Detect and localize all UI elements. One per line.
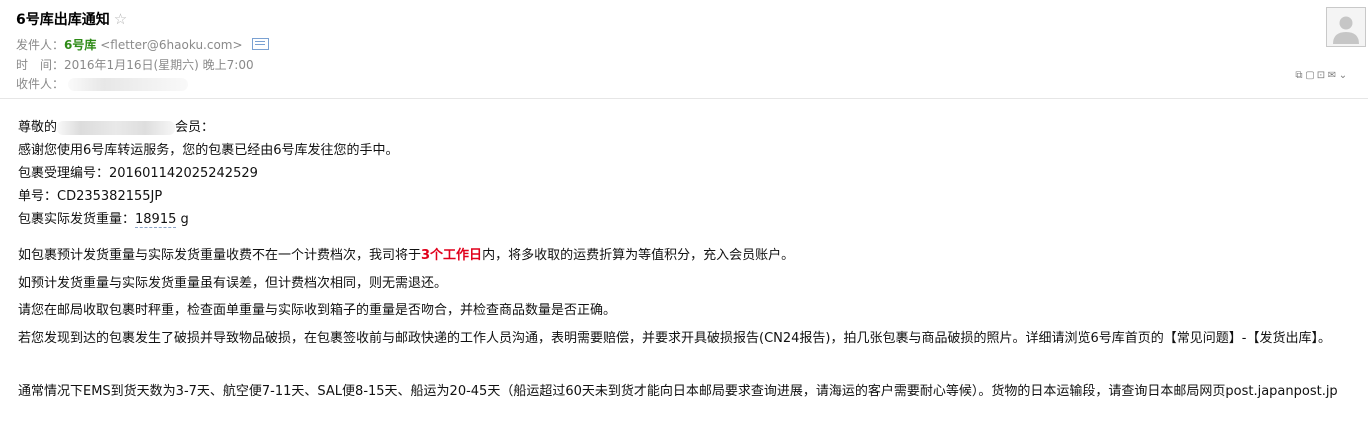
time-label: 时 间： xyxy=(16,58,65,72)
expand-icon[interactable]: ⊡ xyxy=(1316,70,1327,81)
refund-notice-a: 如包裹预计发货重量与实际发货重量收费不在一个计费档次，我司将于 xyxy=(18,248,422,263)
refund-notice: 如包裹预计发货重量与实际发货重量收费不在一个计费档次，我司将于3个工作日内，将多… xyxy=(18,242,1358,270)
damage-notice: 若您发现到达的包裹发生了破损并导致物品破损，在包裹签收前与邮政快递的工作人员沟通… xyxy=(18,330,1331,346)
member-name-redacted xyxy=(57,120,176,135)
same-tier-notice: 如预计发货重量与实际发货重量虽有误差，但计费档次相同，则无需退还。 xyxy=(18,275,448,291)
refund-deadline: 3个工作日 xyxy=(421,248,483,263)
email-subject: 6号库出库通知 ☆ xyxy=(16,9,127,29)
email-body: 尊敬的 会员： 感谢您使用6号库转运服务，您的包裹已经由6号库发往您的手中。 包裹… xyxy=(18,116,1358,403)
sender-name[interactable]: 6号库 xyxy=(64,38,96,52)
weight-line: 包裹实际发货重量：18915 g xyxy=(18,208,1358,231)
contact-card-icon[interactable] xyxy=(252,38,270,50)
greeting-suffix: 会员： xyxy=(175,120,215,135)
print-icon[interactable]: ▢ xyxy=(1305,70,1316,81)
popout-icon[interactable]: ⧉ xyxy=(1294,70,1305,81)
mail-icon[interactable]: ✉ xyxy=(1327,70,1338,81)
sender-address[interactable]: <fletter@6haoku.com> xyxy=(100,38,242,52)
subject-text: 6号库出库通知 xyxy=(16,12,110,28)
weight-unit: g xyxy=(176,212,189,227)
header-toolbar: ⧉ ▢⊡ ✉ ⌄ xyxy=(1294,70,1349,81)
weight-value: 18915 xyxy=(135,212,177,228)
refund-notice-b: 内，将多收取的运费折算为等值积分，充入会员账户。 xyxy=(482,248,795,263)
tracking-label: 包裹受理编号： xyxy=(18,166,110,181)
shipment-line: 单号：CD235382155JP xyxy=(18,185,1358,208)
recipient-redacted xyxy=(68,78,189,91)
recipient-label: 收件人： xyxy=(16,77,65,91)
weigh-notice: 请您在邮局收取包裹时秤重，检查面单重量与实际收到箱子的重量是否吻合，并检查商品数… xyxy=(18,303,617,318)
avatar[interactable] xyxy=(1326,7,1366,47)
greeting-prefix: 尊敬的 xyxy=(18,120,58,135)
recipient-row: 收件人： xyxy=(16,75,189,92)
shipment-label: 单号： xyxy=(18,189,58,204)
more-icon[interactable]: ⌄ xyxy=(1338,70,1349,81)
time-value: 2016年1月16日(星期六) 晚上7:00 xyxy=(64,58,254,72)
shipment-value: CD235382155JP xyxy=(57,189,163,204)
delivery-time-notice: 通常情况下EMS到货天数为3-7天、航空便7-11天、SAL便8-15天、船运为… xyxy=(18,384,1338,399)
time-row: 时 间：2016年1月16日(星期六) 晚上7:00 xyxy=(16,56,254,73)
header-divider xyxy=(0,98,1368,99)
greeting-line: 尊敬的 会员： xyxy=(18,116,1358,139)
notice-paragraphs: 如包裹预计发货重量与实际发货重量收费不在一个计费档次，我司将于3个工作日内，将多… xyxy=(18,242,1358,352)
thanks-line: 感谢您使用6号库转运服务，您的包裹已经由6号库发往您的手中。 xyxy=(18,143,399,158)
from-row: 发件人：6号库 <fletter@6haoku.com> xyxy=(16,36,270,53)
from-label: 发件人： xyxy=(16,38,65,52)
tracking-line: 包裹受理编号：201601142025242529 xyxy=(18,162,1358,185)
tracking-value: 201601142025242529 xyxy=(109,166,258,181)
star-icon[interactable]: ☆ xyxy=(114,10,127,28)
email-header: 6号库出库通知 ☆ 发件人：6号库 <fletter@6haoku.com> 时 … xyxy=(0,0,1368,98)
weight-label: 包裹实际发货重量： xyxy=(18,212,136,227)
